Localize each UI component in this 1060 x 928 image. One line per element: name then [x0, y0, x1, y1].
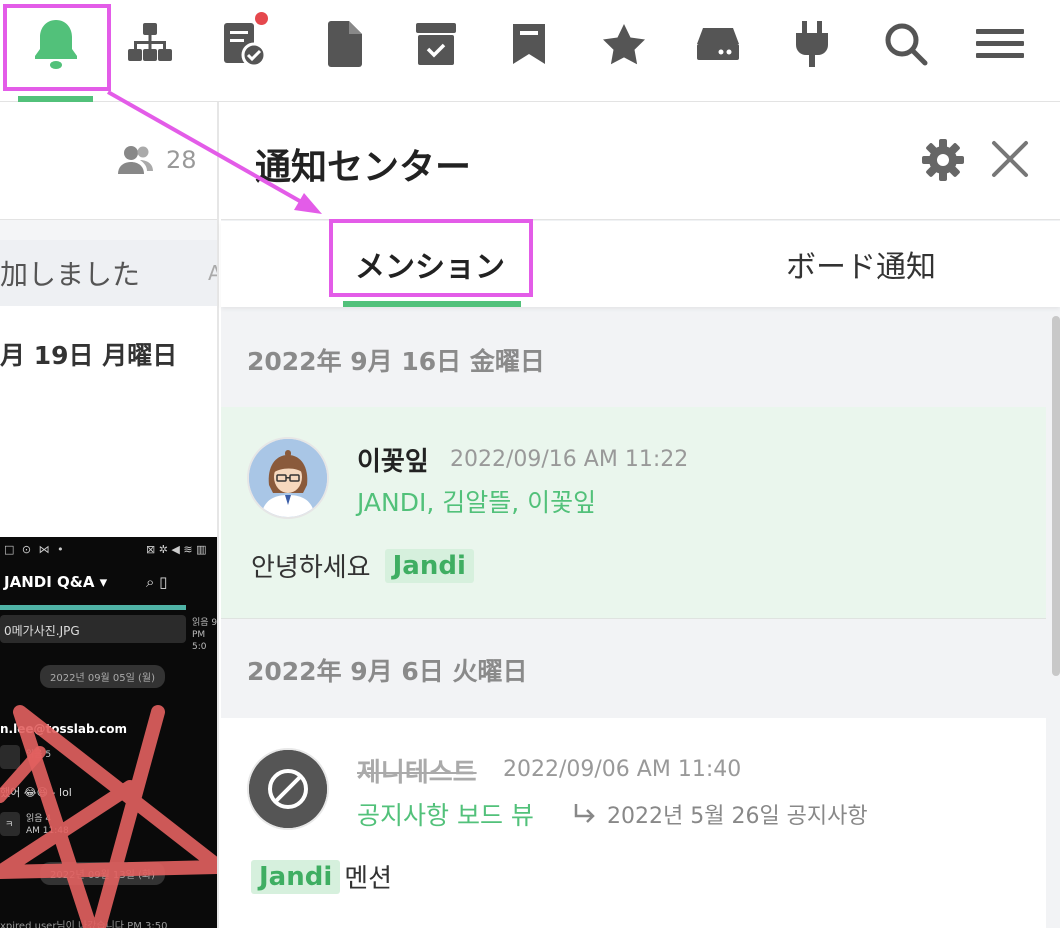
star-icon [603, 24, 645, 65]
notification-time: 2022/09/06 AM 11:40 [503, 757, 742, 782]
notification-center-header: 通知センター [221, 102, 1060, 220]
file-button[interactable] [314, 14, 374, 74]
divider [0, 220, 217, 240]
todo-icon [224, 23, 267, 68]
system-message-text: 加しました [0, 258, 141, 291]
mention-tag[interactable]: Jandi [251, 859, 341, 894]
star-button[interactable] [594, 14, 654, 74]
active-tab-indicator [343, 301, 521, 307]
member-count[interactable]: 28 [118, 144, 197, 176]
tab-board-notifications[interactable]: ボード通知 [761, 221, 961, 307]
drive-button[interactable] [688, 14, 748, 74]
message-body: 멘션 [344, 864, 393, 894]
reply-arrow-icon [574, 804, 595, 823]
room-name[interactable]: JANDI, 김알뜰, 이꽃잎 [357, 483, 596, 519]
org-chart-icon [128, 23, 172, 61]
menu-icon [976, 29, 1024, 58]
menu-button[interactable] [970, 14, 1030, 74]
file-icon [328, 21, 362, 67]
annotation-highlight-bell [3, 4, 111, 91]
system-message: 加しました A [0, 240, 217, 306]
message-text: Jandi 멘션 [251, 858, 392, 895]
message-text: 안녕하세요 Jandi [251, 547, 474, 584]
bookmark-icon [513, 24, 545, 64]
notification-time: 2022/09/16 AM 11:22 [450, 447, 689, 472]
close-button[interactable] [989, 138, 1031, 184]
archive-button[interactable] [406, 14, 466, 74]
chat-panel-background: 28 加しました A 月 19日 月曜日 □ ⊙ ⋈ • ⊠ ✲ ◀ ≋ ▥ J… [0, 102, 219, 928]
sender-name[interactable]: 이꽃잎 [357, 441, 429, 478]
members-icon [118, 146, 153, 174]
blocked-user-icon [249, 750, 327, 828]
system-message-suffix: A [208, 261, 217, 285]
todo-badge [255, 12, 268, 25]
mention-notification-item[interactable]: 제니테스트 2022/09/06 AM 11:40 공지사항 보드 뷰 2022… [221, 718, 1046, 928]
member-count-value: 28 [166, 146, 197, 174]
archive-box-icon [416, 23, 456, 65]
drive-icon [697, 28, 739, 60]
chat-header: 28 [0, 102, 217, 220]
mention-notification-item[interactable]: 이꽃잎 2022/09/16 AM 11:22 JANDI, 김알뜰, 이꽃잎 … [221, 407, 1046, 619]
mention-tag[interactable]: Jandi [384, 548, 474, 583]
todo-button[interactable] [214, 12, 274, 74]
search-icon [885, 23, 928, 66]
date-separator: 2022年 9月 16日 金曜日 [247, 347, 545, 376]
gear-icon [922, 139, 964, 181]
plug-icon [796, 21, 828, 67]
bookmark-button[interactable] [499, 14, 559, 74]
sender-name-disabled: 제니테스트 [357, 758, 477, 788]
message-body: 안녕하세요 [251, 553, 371, 583]
notification-center-title: 通知センター [255, 147, 472, 188]
user-avatar-illustration [249, 439, 327, 517]
top-toolbar [0, 0, 1060, 102]
settings-button[interactable] [921, 138, 965, 186]
chat-date-divider: 月 19日 月曜日 [0, 341, 178, 370]
board-room-name[interactable]: 공지사항 보드 뷰 [357, 796, 534, 832]
search-button[interactable] [876, 14, 936, 74]
plug-button[interactable] [782, 14, 842, 74]
shared-image-thumbnail[interactable]: □ ⊙ ⋈ • ⊠ ✲ ◀ ≋ ▥ JANDI Q&A ▾ ⌕ ▯ 0메가사진.… [0, 537, 217, 928]
close-icon [992, 141, 1028, 177]
scrollbar[interactable] [1052, 316, 1060, 676]
org-chart-button[interactable] [120, 14, 180, 74]
red-scribble-drawing [0, 705, 217, 928]
avatar-disabled-user[interactable] [247, 748, 329, 830]
annotation-highlight-mention-tab [329, 219, 533, 297]
reply-target-text: 2022년 5월 26일 공지사항 [607, 804, 868, 829]
avatar[interactable] [247, 437, 329, 519]
reply-target[interactable]: 2022년 5월 26일 공지사항 [573, 798, 868, 830]
date-separator: 2022年 9月 6日 火曜日 [247, 657, 528, 686]
